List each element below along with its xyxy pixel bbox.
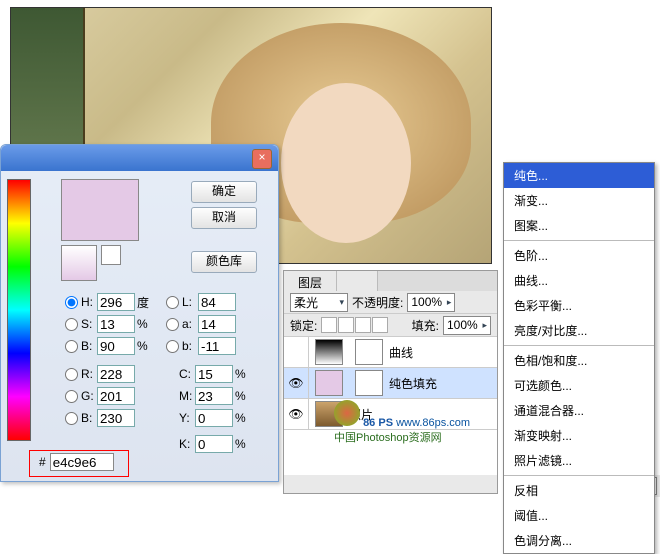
panel-tabs[interactable]: 图层 [284, 271, 497, 291]
lab-b-input[interactable] [198, 337, 236, 355]
close-icon[interactable]: × [252, 149, 272, 169]
visibility-toggle[interactable] [284, 337, 309, 367]
menu-item[interactable]: 亮度/对比度... [504, 318, 654, 343]
menu-item[interactable]: 色彩平衡... [504, 293, 654, 318]
menu-item[interactable]: 反相 [504, 478, 654, 503]
b-field[interactable]: B: [65, 409, 135, 427]
color-swatch-mini[interactable] [61, 245, 97, 281]
chevron-down-icon: ▾ [339, 297, 344, 308]
hex-input[interactable] [50, 453, 114, 471]
r-field[interactable]: R: [65, 365, 135, 383]
watermark-logo [334, 400, 360, 426]
b-input[interactable] [97, 409, 135, 427]
k-field: K:% [179, 435, 253, 453]
photo-placeholder-face [281, 83, 411, 243]
menu-item[interactable]: 色调分离... [504, 528, 654, 553]
y-field: Y:% [179, 409, 253, 427]
lab-b-field[interactable]: b: [166, 337, 236, 355]
m-field: M:% [179, 387, 253, 405]
a-input[interactable] [198, 315, 236, 333]
warning-swatch[interactable] [101, 245, 121, 265]
menu-item[interactable]: 色相/饱和度... [504, 348, 654, 373]
lock-label: 锁定: [290, 317, 317, 334]
visibility-toggle[interactable]: 👁 [284, 399, 309, 429]
cancel-button[interactable]: 取消 [191, 207, 257, 229]
opacity-select[interactable]: 100%▸ [407, 293, 455, 312]
tab-layers[interactable]: 图层 [284, 271, 337, 291]
menu-item[interactable]: 渐变... [504, 188, 654, 213]
ok-button[interactable]: 确定 [191, 181, 257, 203]
layers-panel: 图层 柔光▾ 不透明度: 100%▸ 锁定: 填充: 100%▸ 曲线 👁 纯色… [283, 270, 498, 494]
menu-item[interactable]: 照片滤镜... [504, 448, 654, 473]
layer-item-curves[interactable]: 曲线 [284, 337, 497, 368]
watermark: 86 PS www.86ps.com 中国Photoshop资源网 [334, 400, 470, 445]
blend-row: 柔光▾ 不透明度: 100%▸ [284, 291, 497, 314]
s-field[interactable]: S:% [65, 315, 155, 333]
h-field[interactable]: H:度 [65, 293, 155, 311]
tab-extra[interactable] [337, 271, 378, 291]
c-input[interactable] [195, 365, 233, 383]
layer-item-solidfill[interactable]: 👁 纯色填充 [284, 368, 497, 399]
lock-row: 锁定: 填充: 100%▸ [284, 314, 497, 337]
hue-slider[interactable] [7, 179, 31, 441]
g-field[interactable]: G: [65, 387, 135, 405]
visibility-toggle[interactable]: 👁 [284, 368, 309, 398]
layer-name: 纯色填充 [389, 375, 437, 392]
opacity-label: 不透明度: [352, 294, 403, 311]
bv-field[interactable]: B:% [65, 337, 155, 355]
menu-item[interactable]: 可选颜色... [504, 373, 654, 398]
g-input[interactable] [97, 387, 135, 405]
color-library-button[interactable]: 颜色库 [191, 251, 257, 273]
c-field: C:% [179, 365, 253, 383]
k-input[interactable] [195, 435, 233, 453]
fill-label: 填充: [412, 317, 439, 334]
menu-item[interactable]: 曲线... [504, 268, 654, 293]
hex-label: # [39, 455, 46, 469]
menu-item[interactable]: 色阶... [504, 243, 654, 268]
layer-name: 曲线 [389, 344, 413, 361]
menu-item[interactable]: 通道混合器... [504, 398, 654, 423]
m-input[interactable] [195, 387, 233, 405]
menu-item[interactable]: 阈值... [504, 503, 654, 528]
y-input[interactable] [195, 409, 233, 427]
fill-select[interactable]: 100%▸ [443, 316, 491, 335]
menu-item[interactable]: 渐变映射... [504, 423, 654, 448]
dialog-titlebar[interactable]: × [1, 145, 278, 171]
L-field[interactable]: L: [166, 293, 236, 311]
s-input[interactable] [97, 315, 135, 333]
color-picker-dialog: × 确定 取消 颜色库 H:度 S:% B:% R: G: B: L: a: b… [0, 144, 279, 482]
lock-icons[interactable] [321, 317, 388, 333]
bv-input[interactable] [97, 337, 135, 355]
menu-item[interactable]: 纯色... [504, 163, 654, 188]
r-input[interactable] [97, 365, 135, 383]
blend-mode-select[interactable]: 柔光▾ [290, 293, 348, 312]
h-input[interactable] [97, 293, 135, 311]
a-field[interactable]: a: [166, 315, 236, 333]
color-swatch [61, 179, 139, 241]
adjustment-layer-menu: 纯色...渐变...图案... 色阶...曲线...色彩平衡...亮度/对比度..… [503, 162, 655, 554]
L-input[interactable] [198, 293, 236, 311]
hex-row: # [39, 453, 114, 471]
menu-item[interactable]: 图案... [504, 213, 654, 238]
